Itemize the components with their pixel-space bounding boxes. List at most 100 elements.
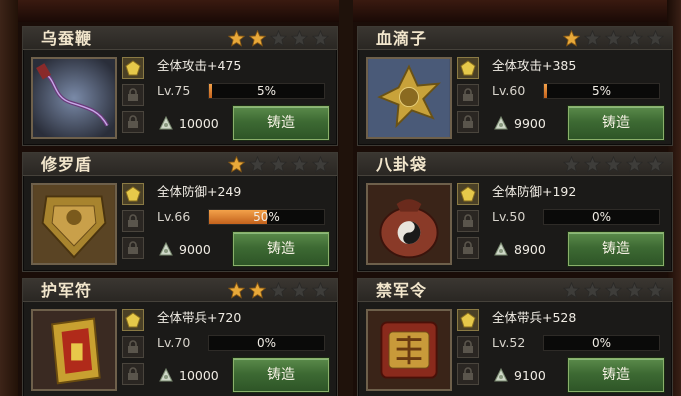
progress-label: 5% (256, 84, 277, 98)
star-rating (563, 156, 664, 173)
treasure-card-baguadai: 八卦袋 全体防御+192 Lv.50 0% 8900 铸造 (357, 152, 673, 272)
lock-icon (128, 88, 138, 101)
locked-slot (122, 237, 144, 259)
lock-icon (128, 340, 138, 353)
progress-label: 0% (591, 336, 612, 350)
gem-slot[interactable] (457, 57, 479, 79)
silver-icon (494, 241, 508, 256)
talisman-icon[interactable] (31, 309, 117, 391)
locked-slot (122, 336, 144, 358)
star-empty-icon (605, 282, 622, 299)
progress-label: 5% (591, 84, 612, 98)
lock-icon (463, 115, 473, 128)
blood-drop-weapon-icon[interactable] (366, 57, 452, 139)
bagua-bag-icon[interactable] (366, 183, 452, 265)
gem-slot[interactable] (457, 183, 479, 205)
gem-slots (457, 183, 481, 264)
gem-icon (460, 60, 476, 76)
forge-cost: 10000 (179, 116, 219, 131)
star-empty-icon (270, 30, 287, 47)
star-rating (563, 30, 664, 47)
star-empty-icon (270, 156, 287, 173)
star-empty-icon (647, 156, 664, 173)
star-empty-icon (563, 156, 580, 173)
gem-icon (125, 186, 141, 202)
forge-button[interactable]: 铸造 (233, 106, 329, 140)
progress-bar: 5% (543, 83, 660, 99)
forge-cost: 9900 (514, 116, 546, 131)
lock-icon (128, 115, 138, 128)
star-rating (228, 30, 329, 47)
gem-slot[interactable] (122, 309, 144, 331)
gem-icon (460, 312, 476, 328)
star-empty-icon (563, 282, 580, 299)
locked-slot (122, 210, 144, 232)
star-filled-icon (249, 30, 266, 47)
treasure-card-xiuluodun: 修罗盾 全体防御+249 Lv.66 50% 9000 铸造 (22, 152, 338, 272)
gem-icon (460, 186, 476, 202)
level-label: Lv.52 (492, 335, 526, 350)
treasure-name: 血滴子 (376, 29, 428, 48)
forge-button[interactable]: 铸造 (568, 106, 664, 140)
star-filled-icon (228, 156, 245, 173)
forge-button[interactable]: 铸造 (233, 232, 329, 266)
level-label: Lv.75 (157, 83, 191, 98)
locked-slot (457, 111, 479, 133)
star-empty-icon (584, 156, 601, 173)
center-divider (339, 0, 353, 396)
silver-icon (494, 115, 508, 130)
lock-icon (128, 367, 138, 380)
forge-cost: 9100 (514, 368, 546, 383)
forge-cost: 9000 (179, 242, 211, 257)
stat-bonus: 全体带兵+720 (157, 310, 242, 325)
treasure-name: 禁军令 (376, 281, 428, 300)
star-empty-icon (584, 30, 601, 47)
progress-bar: 0% (208, 335, 325, 351)
stat-bonus: 全体带兵+528 (492, 310, 577, 325)
star-rating (563, 282, 664, 299)
progress-label: 0% (591, 210, 612, 224)
stat-bonus: 全体攻击+385 (492, 58, 577, 73)
locked-slot (457, 210, 479, 232)
forge-button[interactable]: 铸造 (568, 232, 664, 266)
forge-button[interactable]: 铸造 (233, 358, 329, 392)
treasure-card-jinjunling: 禁军令 全体带兵+528 Lv.52 0% 9100 铸造 (357, 278, 673, 396)
star-rating (228, 282, 329, 299)
gem-icon (125, 312, 141, 328)
level-label: Lv.70 (157, 335, 191, 350)
whip-icon[interactable] (31, 57, 117, 139)
gem-slot[interactable] (457, 309, 479, 331)
locked-slot (457, 336, 479, 358)
lock-icon (463, 88, 473, 101)
army-token-icon[interactable] (366, 309, 452, 391)
star-empty-icon (647, 30, 664, 47)
treasure-name: 护军符 (41, 281, 93, 300)
star-empty-icon (291, 30, 308, 47)
gem-slots (122, 183, 146, 264)
forge-button[interactable]: 铸造 (568, 358, 664, 392)
star-empty-icon (626, 282, 643, 299)
lock-icon (463, 340, 473, 353)
gem-slots (457, 57, 481, 138)
star-empty-icon (249, 156, 266, 173)
star-empty-icon (647, 282, 664, 299)
star-empty-icon (312, 156, 329, 173)
gem-slot[interactable] (122, 57, 144, 79)
star-empty-icon (312, 30, 329, 47)
silver-icon (159, 115, 173, 130)
forge-cost: 10000 (179, 368, 219, 383)
star-empty-icon (312, 282, 329, 299)
star-empty-icon (605, 156, 622, 173)
left-frame (0, 0, 18, 396)
progress-label: 0% (256, 336, 277, 350)
stat-bonus: 全体攻击+475 (157, 58, 242, 73)
shield-icon[interactable] (31, 183, 117, 265)
lock-icon (128, 241, 138, 254)
silver-icon (159, 367, 173, 382)
progress-bar: 0% (543, 209, 660, 225)
treasure-card-xuedizi: 血滴子 全体攻击+385 Lv.60 5% 9900 铸造 (357, 26, 673, 146)
gem-slot[interactable] (122, 183, 144, 205)
locked-slot (457, 237, 479, 259)
gem-slots (122, 309, 146, 390)
progress-bar: 5% (208, 83, 325, 99)
